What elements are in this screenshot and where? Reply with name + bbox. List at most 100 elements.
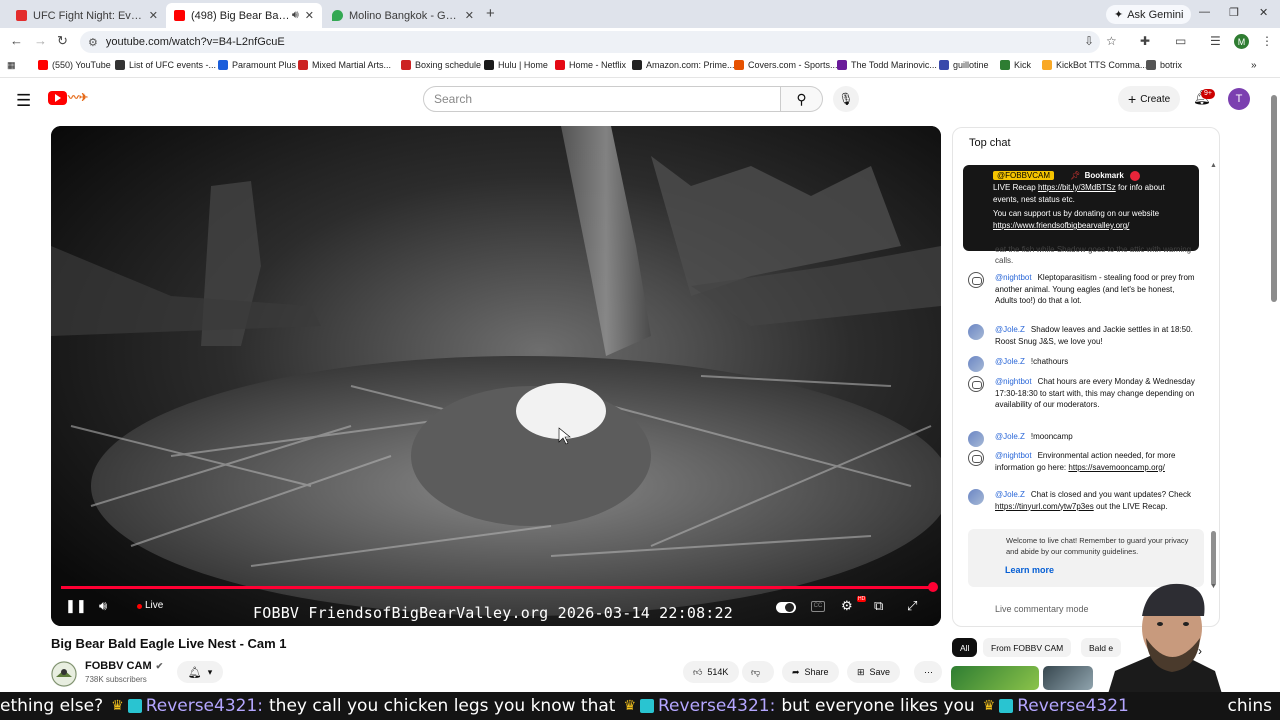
url-bar[interactable]: ⚙︎ youtube.com/watch?v=B4-L2nfGcuE xyxy=(80,31,1100,53)
menu-kebab-icon[interactable]: ⋮ xyxy=(1261,34,1273,48)
share-button[interactable]: ➦ Share xyxy=(782,661,839,683)
hamburger-menu-icon[interactable]: ☰ xyxy=(16,91,31,111)
bookmark-item[interactable]: Paramount Plus xyxy=(218,60,296,70)
learn-more-link[interactable]: Learn more xyxy=(1005,565,1054,575)
miniplayer-icon[interactable]: ⧉ xyxy=(874,598,883,614)
extensions-icon[interactable]: ✚ xyxy=(1140,34,1150,48)
tab-close-icon[interactable]: ✕ xyxy=(305,9,314,22)
more-actions-button[interactable]: ⋯ xyxy=(914,661,942,683)
apps-grid-icon[interactable]: ▦ xyxy=(7,60,16,71)
search-button[interactable]: ⚲ xyxy=(781,86,823,112)
fullscreen-icon[interactable]: ⤢ xyxy=(907,598,917,614)
live-commentary-mode[interactable]: Live commentary mode xyxy=(995,604,1089,614)
pause-icon[interactable]: ❚❚ xyxy=(65,598,87,614)
install-app-icon[interactable]: ⇩ xyxy=(1084,34,1094,48)
site-info-icon[interactable]: ⚙︎ xyxy=(88,36,98,49)
ask-gemini-button[interactable]: ✦ Ask Gemini xyxy=(1106,5,1192,24)
browser-tab-maps[interactable]: Molino Bangkok - Google Maps ✕ xyxy=(324,3,482,28)
chat-scroll-up-icon[interactable]: ▲ xyxy=(1210,162,1217,169)
channel-name[interactable]: FOBBV CAM ✔ xyxy=(85,660,163,672)
reload-icon[interactable]: ↻ xyxy=(57,33,68,49)
chat-author[interactable]: @nightbot xyxy=(995,377,1032,386)
recommended-thumbnail[interactable] xyxy=(951,666,1039,690)
bookmark-favicon-icon xyxy=(632,60,642,70)
chat-author[interactable]: @Jole.Z xyxy=(995,432,1025,441)
reading-list-icon[interactable]: ☰ xyxy=(1210,34,1221,48)
close-window-icon[interactable]: ✕ xyxy=(1259,6,1268,19)
settings-gear-icon[interactable]: ⚙︎ xyxy=(841,598,853,614)
bookmark-item[interactable]: KickBot TTS Comma... xyxy=(1042,60,1147,70)
chip-from-channel[interactable]: From FOBBV CAM xyxy=(983,638,1072,657)
minimize-icon[interactable]: — xyxy=(1199,6,1210,18)
more-bookmarks-icon[interactable]: » xyxy=(1251,60,1257,71)
chat-link[interactable]: https://tinyurl.com/ytw7p3es xyxy=(995,502,1094,511)
chat-message: @nightbot Chat hours are every Monday & W… xyxy=(995,376,1195,411)
bookmark-star-icon[interactable]: ☆ xyxy=(1106,34,1117,48)
chat-author[interactable]: @nightbot xyxy=(995,451,1032,460)
progress-bar[interactable] xyxy=(61,586,933,589)
browser-tab-youtube[interactable]: (498) Big Bear Bald Eagle Li 🔊︎ ✕ xyxy=(166,3,322,28)
bookmark-item[interactable]: botrix xyxy=(1146,60,1182,70)
chat-author[interactable]: @Jole.Z xyxy=(995,357,1025,366)
speaker-icon[interactable]: 🔊︎ xyxy=(292,9,299,22)
nightbot-avatar-icon[interactable] xyxy=(968,376,984,392)
voice-search-button[interactable]: 🎙︎ xyxy=(833,86,859,112)
bookmark-item[interactable]: Hulu | Home xyxy=(484,60,548,70)
chat-mode-selector[interactable]: Top chat xyxy=(969,137,1011,149)
tab-close-icon[interactable]: ✕ xyxy=(149,9,158,22)
browser-profile-avatar[interactable]: M xyxy=(1234,34,1249,49)
bookmark-item[interactable]: Covers.com - Sports... xyxy=(734,60,838,70)
page-scrollbar[interactable] xyxy=(1271,95,1277,302)
chat-author[interactable]: @Jole.Z xyxy=(995,490,1025,499)
save-button[interactable]: ⊞ Save xyxy=(847,661,901,683)
chat-author[interactable]: @nightbot xyxy=(995,273,1032,282)
nightbot-avatar-icon[interactable] xyxy=(968,450,984,466)
pinned-recap-link[interactable]: https://bit.ly/3MdBTSz xyxy=(1038,183,1116,192)
dislike-button[interactable]: 👎︎ xyxy=(742,661,774,683)
bookmark-item[interactable]: Kick xyxy=(1000,60,1031,70)
video-player[interactable]: ❚❚ 🔊︎ Live FOBBV FriendsofBigBearValley.… xyxy=(51,126,941,626)
microphone-icon: 🎙︎ xyxy=(838,92,854,106)
maximize-icon[interactable]: ❐ xyxy=(1229,6,1239,19)
bookmark-item[interactable]: List of UFC events -... xyxy=(115,60,216,70)
tab-close-icon[interactable]: ✕ xyxy=(465,9,474,22)
forward-icon[interactable]: → xyxy=(34,33,47,48)
user-avatar-icon[interactable] xyxy=(968,356,984,372)
new-tab-icon[interactable]: + xyxy=(486,5,495,22)
create-button[interactable]: + Create xyxy=(1118,86,1181,112)
bookmark-item[interactable]: Boxing schedule xyxy=(401,60,481,70)
pinned-donate-link[interactable]: https://www.friendsofbigbearvalley.org/ xyxy=(993,221,1129,230)
bookmark-item[interactable]: The Todd Marinovic... xyxy=(837,60,937,70)
browser-tab-ufc[interactable]: UFC Fight Night: Evloev vs. Mur ✕ xyxy=(8,3,166,28)
maps-favicon-icon xyxy=(332,10,343,21)
bookmark-item[interactable]: Mixed Martial Arts... xyxy=(298,60,391,70)
chat-link[interactable]: https://savemooncamp.org/ xyxy=(1068,463,1165,472)
cast-icon[interactable]: ▭ xyxy=(1175,34,1186,48)
volume-icon[interactable]: 🔊︎ xyxy=(99,598,107,614)
chat-author[interactable]: @Jole.Z xyxy=(995,325,1025,334)
chip-all[interactable]: All xyxy=(952,638,978,657)
bookmark-item[interactable]: Amazon.com: Prime... xyxy=(632,60,735,70)
search-input[interactable]: Search xyxy=(423,86,781,112)
progress-scrubber[interactable] xyxy=(928,582,938,592)
bookmark-item[interactable]: Home - Netflix xyxy=(555,60,626,70)
pinned-author[interactable]: @FOBBVCAM xyxy=(993,171,1055,180)
bookmark-item[interactable]: guillotine xyxy=(939,60,989,70)
user-avatar-icon[interactable] xyxy=(968,431,984,447)
user-avatar-icon[interactable] xyxy=(968,489,984,505)
ticker-message: they call you chicken legs you know that xyxy=(269,696,616,716)
gemini-sparkle-icon: ✦ xyxy=(1114,9,1124,21)
bookmark-item[interactable]: (550) YouTube xyxy=(38,60,111,70)
subtitles-icon[interactable]: CC xyxy=(811,601,825,612)
subscribed-bell-button[interactable]: 🔔︎ ▾ xyxy=(177,661,223,683)
youtube-logo-icon[interactable] xyxy=(48,91,67,105)
live-label[interactable]: Live xyxy=(145,600,163,611)
youtube-doodle-icon[interactable]: 〰✈ xyxy=(68,89,88,105)
user-avatar[interactable]: T xyxy=(1228,88,1250,110)
nightbot-avatar-icon[interactable] xyxy=(968,272,984,288)
back-icon[interactable]: ← xyxy=(10,33,23,48)
channel-avatar[interactable] xyxy=(51,661,77,687)
user-avatar-icon[interactable] xyxy=(968,324,984,340)
autoplay-toggle[interactable] xyxy=(776,602,796,613)
like-button[interactable]: 👍︎ 514K xyxy=(683,661,739,683)
